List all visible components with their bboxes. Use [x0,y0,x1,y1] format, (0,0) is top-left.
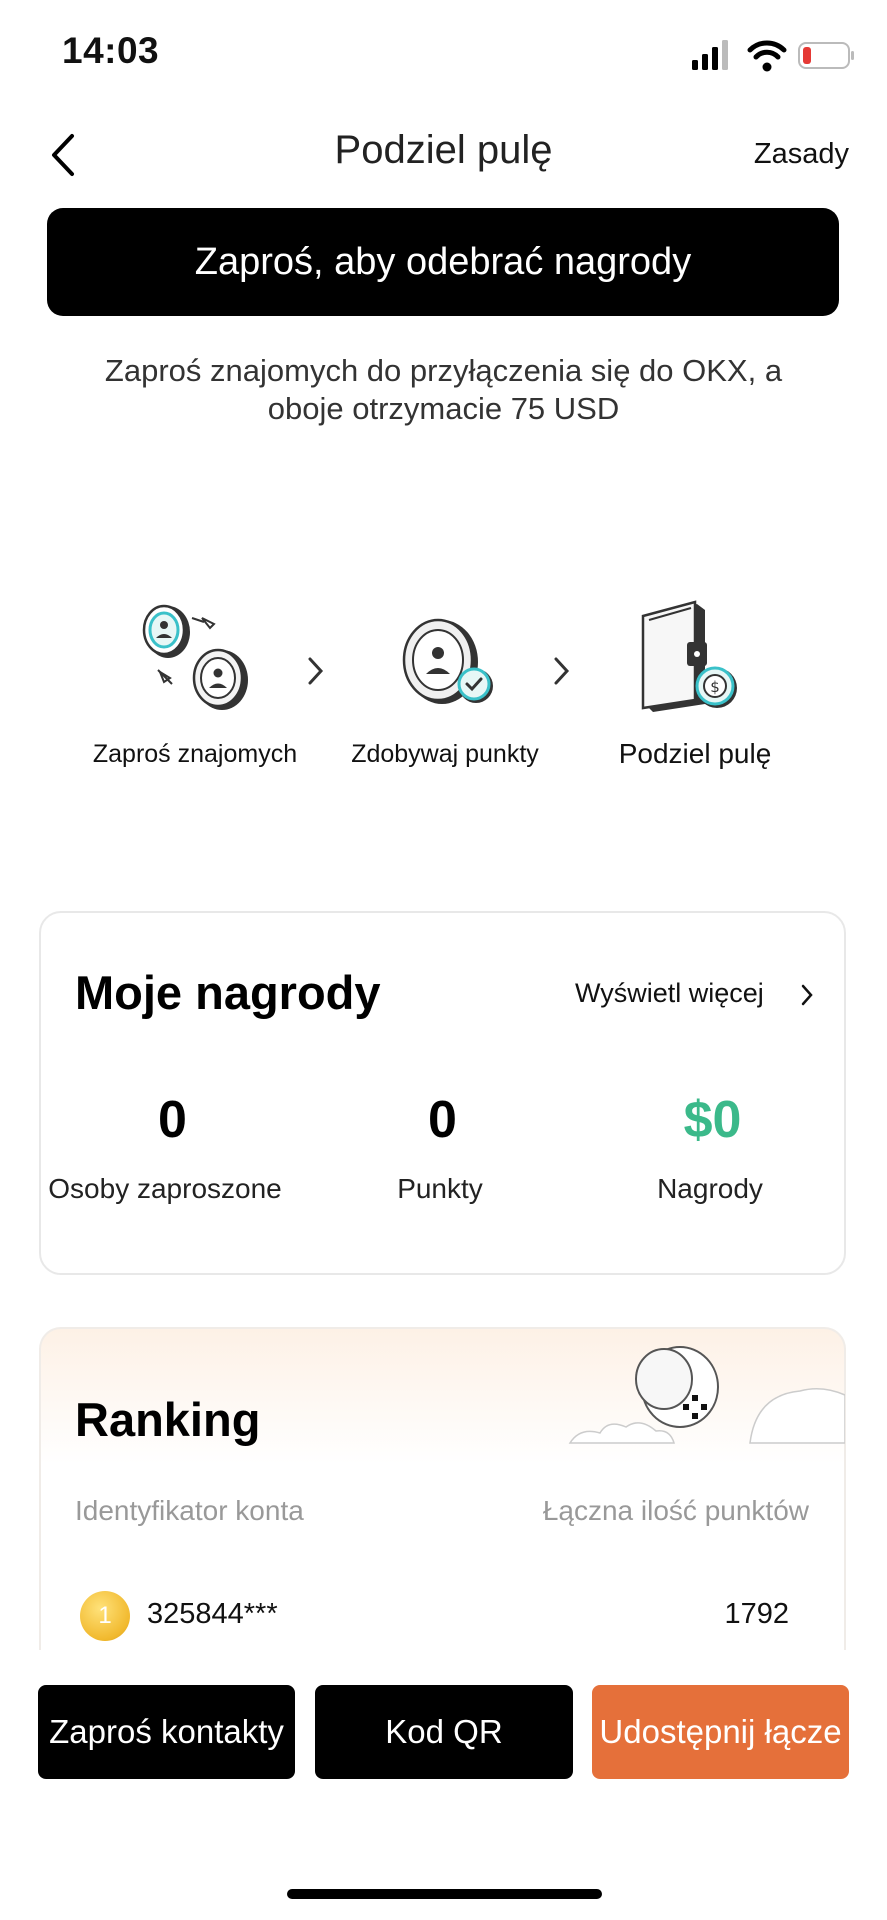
rewards-label: Nagrody [657,1173,763,1204]
invited-count: 0 [158,1091,187,1149]
invited-label: Osoby zaproszone [48,1173,282,1204]
wifi-icon [747,40,787,72]
step-chevron-icon [554,657,570,685]
step-label-invite: Zaproś znajomych [92,740,298,768]
ranking-title: Ranking [75,1393,261,1446]
signal-icon [692,40,728,70]
ranking-col-points: Łączna ilość punktów [542,1495,809,1526]
points-count: 0 [428,1091,457,1149]
status-icons [692,40,854,72]
gold-medal-icon: 1 [80,1591,130,1641]
points-coin-icon [402,618,493,704]
invite-description-line2: oboje otrzymacie 75 USD [267,391,620,426]
chevron-right-icon[interactable] [800,983,814,1007]
invite-coins-icon [142,604,248,710]
step-label-points: Zdobywaj punkty [351,740,539,768]
step-chevron-icon [308,657,324,685]
invite-description-line1: Zaproś znajomych do przyłączenia się do … [104,353,783,388]
invite-contacts-button[interactable]: Zaproś kontakty [38,1685,295,1779]
rewards-title: Moje nagrody [75,966,381,1019]
ranking-points: 1792 [724,1598,789,1630]
ranking-account: 325844*** [147,1598,278,1630]
step-label-share-pool: Podziel pulę [618,738,772,769]
qr-code-button[interactable]: Kod QR [315,1685,573,1779]
invite-banner-button[interactable]: Zaproś, aby odebrać nagrody [47,208,839,316]
ranking-illustration [568,1346,845,1444]
share-link-button[interactable]: Udostępnij łącze [592,1685,849,1779]
rewards-amount: $0 [683,1091,742,1149]
home-indicator[interactable] [287,1889,602,1899]
invite-description: Zaproś znajomych do przyłączenia się do … [60,352,827,428]
wallet-coin-icon: $ [641,600,737,712]
svg-text:$: $ [710,678,720,696]
battery-icon [798,42,854,69]
view-more-link[interactable]: Wyświetl więcej [575,978,764,1009]
status-time: 14:03 [62,30,160,71]
points-label: Punkty [397,1173,483,1204]
rules-link[interactable]: Zasady [754,138,849,171]
ranking-col-account: Identyfikator konta [75,1495,304,1526]
